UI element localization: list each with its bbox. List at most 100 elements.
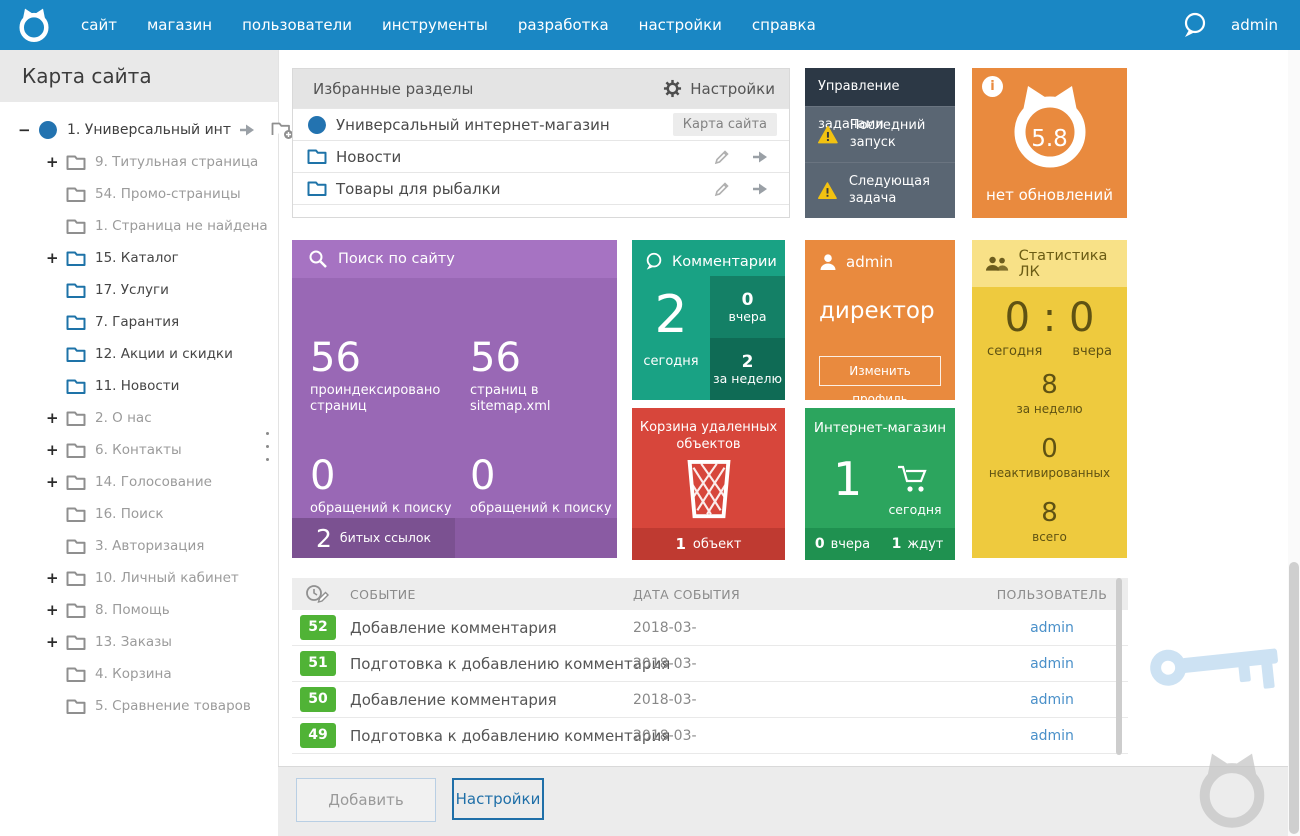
site-tree: −1. Универсальный инт+9. Титульная стран… [0,114,278,722]
broken-links-stat[interactable]: 2 битых ссылок [292,518,455,558]
site-icon [38,120,58,140]
tree-item[interactable]: 5. Сравнение товаров [0,690,278,722]
tree-item[interactable]: 12. Акции и скидки [0,338,278,370]
lk-stats-title: Статистика ЛК [1019,248,1127,280]
tree-item[interactable]: 11. Новости [0,370,278,402]
nav-users[interactable]: пользователи [227,0,367,50]
lk-total-stat: 8всего [972,500,1127,544]
tree-item[interactable]: +9. Титульная страница [0,146,278,178]
nav-development[interactable]: разработка [503,0,624,50]
shop-title: Интернет-магазин [805,408,955,436]
events-scrollbar[interactable] [1116,578,1122,755]
tree-item[interactable]: 54. Промо-страницы [0,178,278,210]
tree-item[interactable]: 3. Авторизация [0,530,278,562]
task-next-task-label: Следующая задача [849,174,945,207]
task-manager-title: Управление задачами [805,68,955,106]
event-description: Добавление комментария [350,619,557,637]
expand-icon[interactable]: + [46,569,66,587]
event-date: 2018-03- [633,656,697,672]
netcat-logo-icon[interactable] [16,7,52,43]
user-profile-widget: admin директор Изменить профиль [805,240,955,400]
folder-icon [66,314,86,331]
expand-icon[interactable]: + [46,153,66,171]
deleted-objects-widget: Корзина удаленных объектов 1 объект [632,408,785,560]
tree-item[interactable]: 16. Поиск [0,498,278,530]
events-header-row: СОБЫТИЕ ДАТА СОБЫТИЯ ПОЛЬЗОВАТЕЛЬ [292,578,1128,610]
folder-icon [66,410,86,427]
tree-item[interactable]: 4. Корзина [0,658,278,690]
task-next-task[interactable]: Следующая задача [805,162,955,218]
favorites-settings-button[interactable]: Настройки [663,79,775,98]
folder-icon [66,698,86,715]
add-subsection-icon[interactable] [271,121,294,140]
tree-item[interactable]: +8. Помощь [0,594,278,626]
tree-item-label: 10. Личный кабинет [95,570,239,586]
version-number: 5.8 [972,126,1127,152]
event-id-badge: 50 [300,687,336,712]
event-user-link[interactable]: admin [982,692,1122,708]
sitemap-badge-button[interactable]: Карта сайта [673,113,777,136]
expand-icon[interactable]: + [46,409,66,427]
trash-count[interactable]: 1 объект [632,528,785,560]
tree-item[interactable]: +15. Каталог [0,242,278,274]
expand-icon[interactable]: + [46,601,66,619]
goto-icon[interactable] [752,183,768,195]
expand-icon[interactable]: + [46,441,66,459]
favorite-section-row[interactable]: Новости [293,140,789,172]
tree-item-label: 15. Каталог [95,250,179,266]
lk-week-stat: 8за неделю [972,372,1127,416]
favorite-sections-widget: Избранные разделы Настройки [292,68,790,218]
event-user-link[interactable]: admin [982,620,1122,636]
favorites-title: Избранные разделы [313,80,473,98]
goto-icon[interactable] [239,124,255,136]
event-user-link[interactable]: admin [982,728,1122,744]
nav-shop[interactable]: магазин [132,0,227,50]
nav-help[interactable]: справка [737,0,831,50]
collapse-icon[interactable]: − [18,121,38,139]
online-shop-widget: Интернет-магазин 1 сегодня 0вчера 1ждут [805,408,955,560]
tree-item[interactable]: +10. Личный кабинет [0,562,278,594]
expand-icon[interactable]: + [46,633,66,651]
main-menu: сайт магазин пользователи инструменты ра… [66,0,831,50]
folder-icon [66,250,86,267]
info-icon[interactable]: i [982,76,1003,97]
nav-settings[interactable]: настройки [624,0,737,50]
favorite-site-row[interactable]: Универсальный интернет-магазин Карта сай… [293,108,789,140]
tree-item[interactable]: −1. Универсальный инт [0,114,278,146]
tree-item[interactable]: +2. О нас [0,402,278,434]
goto-icon[interactable] [752,151,768,163]
edit-icon[interactable] [713,180,731,198]
page-scrollbar[interactable] [1288,50,1300,836]
version-widget: i 5.8 нет обновлений [972,68,1127,218]
folder-icon [66,346,86,363]
tree-item[interactable]: 1. Страница не найдена [0,210,278,242]
sidebar-resize-handle[interactable] [262,422,272,470]
feedback-bubble-icon[interactable] [1181,12,1208,38]
expand-icon[interactable]: + [46,473,66,491]
page-scrollbar-thumb[interactable] [1289,562,1299,834]
nav-tools[interactable]: инструменты [367,0,503,50]
tree-item[interactable]: 7. Гарантия [0,306,278,338]
current-user-menu[interactable]: admin [1231,0,1278,50]
tree-item-label: 54. Промо-страницы [95,186,241,202]
dashboard-settings-button[interactable]: Настройки [452,778,544,820]
tree-item-label: 1. Страница не найдена [95,218,268,234]
sitemap-sidebar: Карта сайта −1. Универсальный инт+9. Тит… [0,50,279,836]
favorites-footer [293,204,789,218]
edit-icon[interactable] [713,148,731,166]
tree-item[interactable]: +6. Контакты [0,434,278,466]
add-widget-button[interactable]: Добавить виджет [296,778,436,822]
shop-yesterday-stat: 0вчера [805,528,880,560]
tree-item-label: 8. Помощь [95,602,170,618]
tree-item[interactable]: +14. Голосование [0,466,278,498]
event-user-link[interactable]: admin [982,656,1122,672]
edit-profile-button[interactable]: Изменить профиль [819,356,941,386]
expand-icon[interactable]: + [46,249,66,267]
folder-icon [66,666,86,683]
tree-item[interactable]: +13. Заказы [0,626,278,658]
favorite-section-row[interactable]: Товары для рыбалки [293,172,789,204]
nav-site[interactable]: сайт [66,0,132,50]
folder-icon [66,634,86,651]
folder-icon [66,378,86,395]
tree-item[interactable]: 17. Услуги [0,274,278,306]
